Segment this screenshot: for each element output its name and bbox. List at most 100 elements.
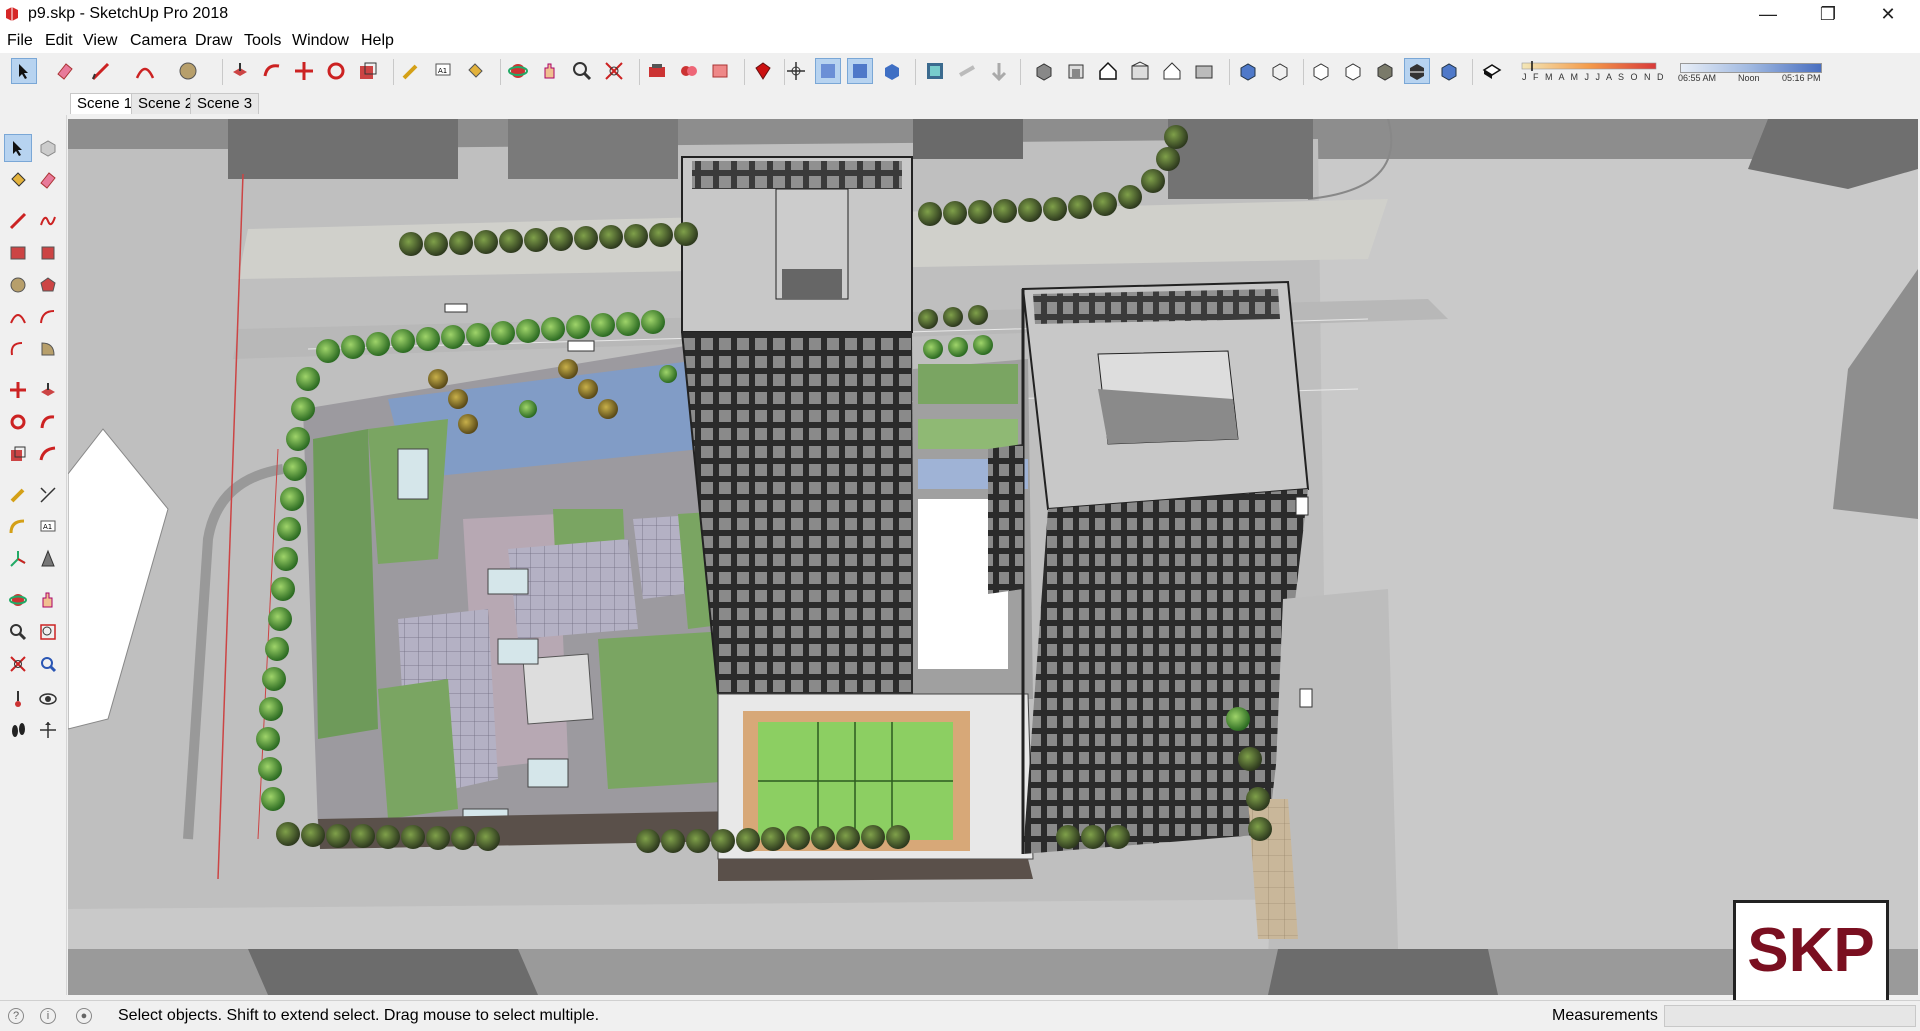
line-icon[interactable] bbox=[4, 207, 32, 235]
model-canvas[interactable] bbox=[68, 119, 1918, 995]
walk-icon[interactable] bbox=[4, 716, 32, 744]
protractor-icon[interactable] bbox=[4, 513, 32, 541]
dimension-icon[interactable] bbox=[34, 481, 62, 509]
rectangle-icon[interactable] bbox=[4, 239, 32, 267]
extension-icon[interactable] bbox=[676, 58, 702, 84]
section-plane-icon[interactable] bbox=[879, 58, 905, 84]
geo-location-icon[interactable]: ? bbox=[8, 1008, 24, 1024]
follow-me-icon[interactable] bbox=[259, 58, 285, 84]
circle-icon[interactable] bbox=[175, 58, 201, 84]
restore-icon[interactable]: ❐ bbox=[1800, 0, 1856, 29]
measurements-label: Measurements bbox=[1552, 1007, 1658, 1024]
top-view-icon[interactable] bbox=[1031, 58, 1057, 84]
menu-file[interactable]: File bbox=[7, 32, 33, 50]
display-section-icon[interactable] bbox=[922, 58, 948, 84]
zoom-icon[interactable] bbox=[4, 618, 32, 646]
hidden-line-icon[interactable] bbox=[1308, 58, 1334, 84]
two-point-arc-icon[interactable] bbox=[34, 303, 62, 331]
front-view-icon[interactable] bbox=[1063, 58, 1089, 84]
warehouse-icon[interactable] bbox=[644, 58, 670, 84]
zoom-extents-icon[interactable] bbox=[601, 58, 627, 84]
shadow-toggle-icon[interactable] bbox=[1479, 58, 1505, 84]
paint-bucket-icon[interactable] bbox=[462, 58, 488, 84]
push-pull-icon[interactable] bbox=[34, 376, 62, 404]
wireframe-icon[interactable] bbox=[1267, 58, 1293, 84]
pan-icon[interactable] bbox=[537, 58, 563, 84]
position-camera-icon[interactable] bbox=[4, 685, 32, 713]
select-icon[interactable] bbox=[11, 58, 37, 84]
iso-view-icon[interactable] bbox=[986, 58, 1012, 84]
component-icon[interactable] bbox=[34, 134, 62, 162]
scale-icon[interactable] bbox=[4, 440, 32, 468]
arc-icon[interactable] bbox=[4, 303, 32, 331]
left-view-icon[interactable] bbox=[1159, 58, 1185, 84]
close-icon[interactable]: ✕ bbox=[1860, 0, 1916, 29]
shadow-time-slider[interactable] bbox=[1680, 63, 1822, 73]
monochrome-icon[interactable] bbox=[1404, 58, 1430, 84]
text-icon[interactable]: A1 bbox=[430, 58, 456, 84]
tab-scene-1[interactable]: Scene 1 bbox=[70, 93, 140, 114]
menu-tools[interactable]: Tools bbox=[244, 32, 281, 50]
axes-icon[interactable] bbox=[4, 545, 32, 573]
offset-icon[interactable] bbox=[34, 440, 62, 468]
follow-me-icon[interactable] bbox=[34, 408, 62, 436]
look-around-icon[interactable] bbox=[34, 685, 62, 713]
tape-measure-icon[interactable] bbox=[4, 481, 32, 509]
minimize-icon[interactable]: — bbox=[1740, 0, 1796, 29]
rotate-icon[interactable] bbox=[4, 408, 32, 436]
measurements-input[interactable] bbox=[1664, 1005, 1916, 1027]
back-view-icon[interactable] bbox=[1127, 58, 1153, 84]
menu-camera[interactable]: Camera bbox=[130, 32, 187, 50]
tab-scene-3[interactable]: Scene 3 bbox=[190, 93, 260, 114]
shaded-icon[interactable] bbox=[1340, 58, 1366, 84]
ruby-icon[interactable] bbox=[750, 58, 776, 84]
back-edges-icon[interactable] bbox=[1235, 58, 1261, 84]
eraser-icon[interactable] bbox=[52, 58, 78, 84]
shadows-icon[interactable] bbox=[1436, 58, 1462, 84]
pan-icon[interactable] bbox=[34, 586, 62, 614]
freehand-icon[interactable] bbox=[34, 207, 62, 235]
move-icon[interactable] bbox=[291, 58, 317, 84]
menu-help[interactable]: Help bbox=[361, 32, 394, 50]
position-camera-icon[interactable] bbox=[783, 58, 809, 84]
polygon-icon[interactable] bbox=[34, 271, 62, 299]
user-icon[interactable]: ● bbox=[76, 1008, 92, 1024]
three-point-arc-icon[interactable] bbox=[4, 335, 32, 363]
look-around-icon[interactable] bbox=[847, 58, 873, 84]
scale-icon[interactable] bbox=[355, 58, 381, 84]
circle-icon[interactable] bbox=[4, 271, 32, 299]
tape-measure-icon[interactable] bbox=[398, 58, 424, 84]
menu-window[interactable]: Window bbox=[292, 32, 349, 50]
shadow-months-label: J F M A M J J A S O N D bbox=[1522, 72, 1666, 82]
zoom-icon[interactable] bbox=[569, 58, 595, 84]
rotate-icon[interactable] bbox=[323, 58, 349, 84]
xray-icon[interactable] bbox=[1191, 58, 1217, 84]
shaded-textures-icon[interactable] bbox=[1372, 58, 1398, 84]
move-icon[interactable] bbox=[4, 376, 32, 404]
zoom-window-icon[interactable] bbox=[34, 618, 62, 646]
previous-view-icon[interactable] bbox=[34, 650, 62, 678]
zoom-extents-icon[interactable] bbox=[4, 650, 32, 678]
model-viewport[interactable] bbox=[68, 119, 1918, 995]
text-icon[interactable]: A1 bbox=[34, 513, 62, 541]
layout-icon[interactable] bbox=[708, 58, 734, 84]
section-cut-icon[interactable] bbox=[954, 58, 980, 84]
arc-icon[interactable] bbox=[132, 58, 158, 84]
select-icon[interactable] bbox=[4, 134, 32, 162]
walk-icon[interactable] bbox=[815, 58, 841, 84]
pencil-line-icon[interactable] bbox=[88, 58, 114, 84]
right-view-icon[interactable] bbox=[1095, 58, 1121, 84]
push-pull-icon[interactable] bbox=[227, 58, 253, 84]
rotated-rectangle-icon[interactable] bbox=[34, 239, 62, 267]
orbit-icon[interactable] bbox=[505, 58, 531, 84]
section-plane-icon[interactable] bbox=[34, 716, 62, 744]
orbit-icon[interactable] bbox=[4, 586, 32, 614]
eraser-icon[interactable] bbox=[34, 166, 62, 194]
menu-view[interactable]: View bbox=[83, 32, 117, 50]
menu-edit[interactable]: Edit bbox=[45, 32, 73, 50]
3d-text-icon[interactable] bbox=[34, 545, 62, 573]
pie-icon[interactable] bbox=[34, 335, 62, 363]
menu-draw[interactable]: Draw bbox=[195, 32, 232, 50]
paint-bucket-icon[interactable] bbox=[4, 166, 32, 194]
credits-icon[interactable]: i bbox=[40, 1008, 56, 1024]
